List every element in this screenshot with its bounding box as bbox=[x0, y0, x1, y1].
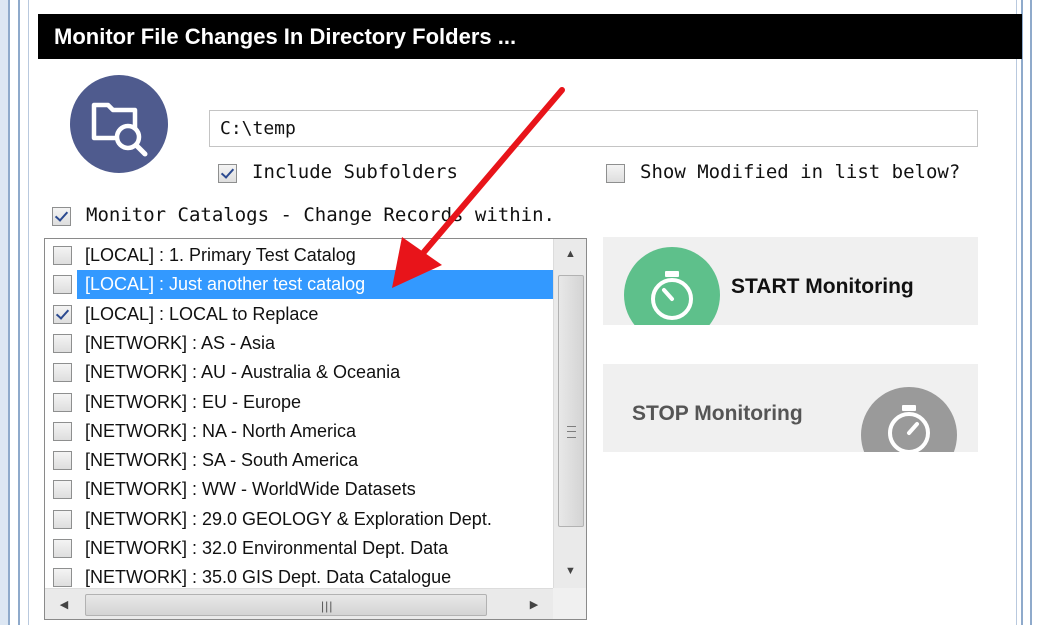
catalog-label: [NETWORK] : 32.0 Environmental Dept. Dat… bbox=[85, 538, 449, 558]
horizontal-scroll-thumb[interactable]: ||| bbox=[85, 594, 487, 616]
catalog-checkbox[interactable] bbox=[53, 568, 72, 588]
scroll-left-arrow-icon[interactable]: ◀ bbox=[49, 589, 79, 619]
start-monitoring-button[interactable]: START Monitoring bbox=[603, 237, 978, 325]
catalog-list-item[interactable]: [LOCAL] : Just another test catalog bbox=[45, 270, 559, 300]
window-frame-line bbox=[1016, 0, 1017, 625]
catalog-checkbox[interactable] bbox=[53, 392, 72, 412]
window-frame-line bbox=[1030, 0, 1032, 625]
catalog-list-item[interactable]: [NETWORK] : EU - Europe bbox=[45, 388, 553, 417]
scroll-down-arrow-icon[interactable]: ▼ bbox=[554, 556, 586, 586]
catalog-list-item[interactable]: [NETWORK] : 29.0 GEOLOGY & Exploration D… bbox=[45, 505, 553, 534]
stop-monitoring-label: STOP Monitoring bbox=[632, 402, 803, 425]
window-frame-line bbox=[1021, 0, 1023, 625]
stopwatch-icon bbox=[624, 247, 720, 325]
catalog-checkbox[interactable] bbox=[53, 451, 72, 471]
catalog-label: [NETWORK] : SA - South America bbox=[85, 450, 359, 471]
dialog-title: Monitor File Changes In Directory Folder… bbox=[38, 14, 1022, 59]
catalog-list-item[interactable]: [NETWORK] : NA - North America bbox=[45, 417, 553, 446]
window-frame-left bbox=[0, 0, 8, 625]
scroll-up-arrow-icon[interactable]: ▲ bbox=[554, 239, 586, 269]
catalog-checkbox[interactable] bbox=[53, 421, 72, 441]
catalog-checkbox[interactable] bbox=[53, 304, 72, 324]
catalog-checkbox[interactable] bbox=[53, 509, 72, 529]
include-subfolders-checkbox[interactable] bbox=[218, 164, 237, 183]
scroll-grip-icon bbox=[567, 426, 576, 438]
catalog-list-item[interactable]: [NETWORK] : 32.0 Environmental Dept. Dat… bbox=[45, 534, 553, 563]
window-frame-line bbox=[28, 0, 29, 625]
window-frame-line bbox=[8, 0, 10, 625]
catalog-list-item[interactable]: [NETWORK] : AU - Australia & Oceania bbox=[45, 358, 553, 387]
catalog-label: [NETWORK] : 29.0 GEOLOGY & Exploration D… bbox=[85, 508, 492, 529]
catalog-checkbox[interactable] bbox=[53, 333, 72, 353]
catalog-list-item[interactable]: [NETWORK] : WW - WorldWide Datasets bbox=[45, 475, 553, 504]
catalog-list-item[interactable]: [LOCAL] : LOCAL to Replace bbox=[45, 300, 553, 329]
catalog-label: [LOCAL] : 1. Primary Test Catalog bbox=[85, 245, 356, 265]
catalog-list-item[interactable]: [LOCAL] : 1. Primary Test Catalog bbox=[45, 241, 553, 270]
catalog-checkbox[interactable] bbox=[53, 275, 72, 295]
catalog-checkbox[interactable] bbox=[53, 246, 72, 265]
catalog-label: [NETWORK] : EU - Europe bbox=[85, 391, 302, 412]
catalog-checkbox[interactable] bbox=[53, 480, 72, 500]
show-modified-label: Show Modified in list below? bbox=[640, 161, 961, 183]
catalog-list-item[interactable]: [NETWORK] : AS - Asia bbox=[45, 329, 553, 358]
include-subfolders-label: Include Subfolders bbox=[252, 161, 458, 183]
start-monitoring-label: START Monitoring bbox=[731, 275, 914, 298]
scroll-right-arrow-icon[interactable]: ▶ bbox=[519, 589, 549, 619]
catalog-checkbox[interactable] bbox=[53, 539, 72, 558]
folder-search-icon bbox=[70, 75, 168, 173]
folder-path-input[interactable] bbox=[209, 110, 978, 147]
scroll-thumb[interactable] bbox=[558, 275, 584, 527]
vertical-scrollbar[interactable]: ▲ ▼ bbox=[553, 239, 586, 588]
stopwatch-icon bbox=[861, 387, 957, 452]
stop-monitoring-button[interactable]: STOP Monitoring bbox=[603, 364, 978, 452]
horizontal-scrollbar[interactable]: ◀ ||| ▶ bbox=[45, 588, 553, 619]
catalog-list-item[interactable]: [NETWORK] : SA - South America bbox=[45, 446, 553, 475]
window-frame-line bbox=[18, 0, 20, 625]
catalog-label: [LOCAL] : LOCAL to Replace bbox=[85, 303, 319, 324]
scrollbar-corner bbox=[553, 588, 586, 619]
catalog-label: [NETWORK] : NA - North America bbox=[85, 420, 357, 441]
monitor-catalogs-label: Monitor Catalogs - Change Records within… bbox=[86, 204, 555, 226]
catalog-checkbox[interactable] bbox=[53, 363, 72, 383]
catalog-label: [NETWORK] : WW - WorldWide Datasets bbox=[85, 479, 416, 500]
catalog-label: [NETWORK] : AU - Australia & Oceania bbox=[85, 362, 401, 383]
monitor-catalogs-checkbox[interactable] bbox=[52, 207, 71, 226]
scroll-grip-icon: ||| bbox=[321, 599, 334, 613]
catalog-label: [NETWORK] : AS - Asia bbox=[85, 332, 276, 353]
show-modified-checkbox[interactable] bbox=[606, 164, 625, 183]
catalog-label: [LOCAL] : Just another test catalog bbox=[77, 270, 559, 300]
catalog-list[interactable]: [LOCAL] : 1. Primary Test Catalog [LOCAL]… bbox=[44, 238, 587, 620]
